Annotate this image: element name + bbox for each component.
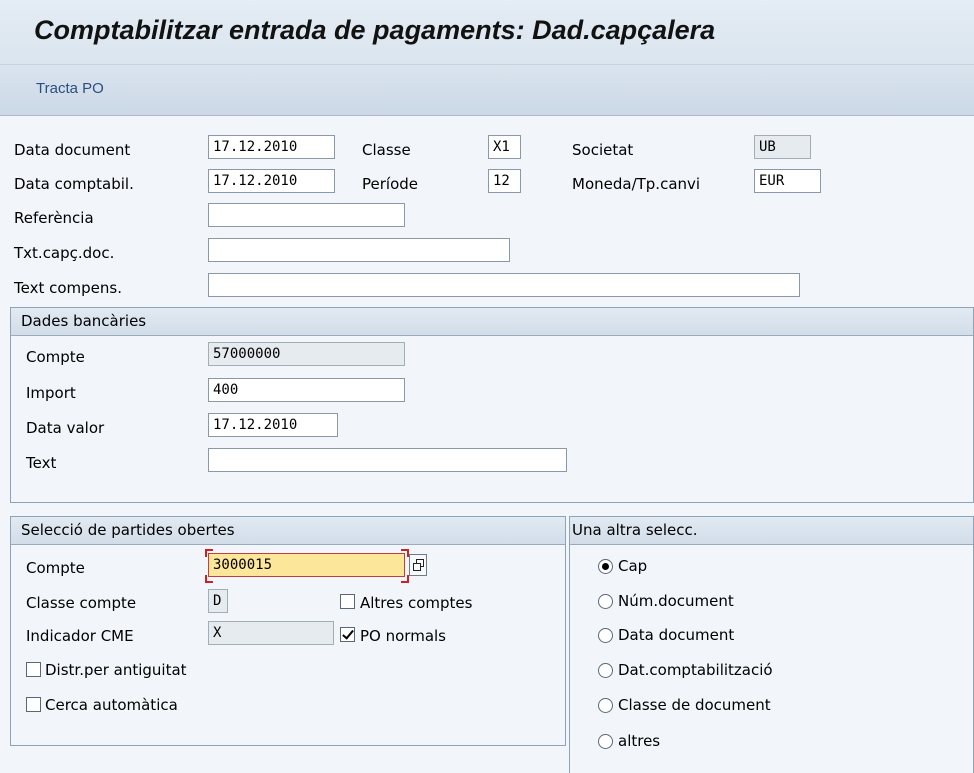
- focus-corner: [205, 549, 213, 557]
- radio-none[interactable]: [598, 559, 613, 574]
- title-bar: Comptabilitzar entrada de pagaments: Dad…: [0, 0, 974, 65]
- class-label: Classe: [362, 141, 411, 159]
- radio-others-label: altres: [618, 732, 661, 750]
- reference-label: Referència: [14, 209, 94, 227]
- auto-search-label: Cerca automàtica: [45, 696, 178, 714]
- dist-by-age-label: Distr.per antiguitat: [45, 661, 187, 679]
- class-field[interactable]: X1: [488, 135, 521, 159]
- radio-posting-date-label: Dat.comptabilització: [618, 661, 773, 679]
- radio-document-date-label: Data document: [618, 626, 735, 644]
- bank-text-field[interactable]: [208, 448, 567, 472]
- bank-text-label: Text: [26, 454, 57, 472]
- normal-oi-label: PO normals: [360, 627, 446, 645]
- posting-date-field[interactable]: 17.12.2010: [208, 169, 335, 193]
- bank-account-field: 57000000: [208, 342, 405, 366]
- posting-date-label: Data comptabil.: [14, 175, 134, 193]
- other-accounts-checkbox[interactable]: [340, 594, 355, 609]
- additional-selection-header: Una altra selecc.: [570, 517, 973, 545]
- account-type-field: D: [208, 589, 228, 613]
- bank-data-title: Dades bancàries: [21, 312, 147, 330]
- company-field: UB: [754, 135, 811, 159]
- bank-account-label: Compte: [26, 348, 85, 366]
- application-toolbar: Tracta PO: [0, 65, 974, 116]
- doc-header-text-label: Txt.capç.doc.: [14, 244, 115, 262]
- radio-document-type-label: Classe de document: [618, 696, 771, 714]
- currency-label: Moneda/Tp.canvi: [572, 175, 701, 193]
- radio-document-date[interactable]: [598, 628, 613, 643]
- doc-date-label: Data document: [14, 141, 131, 159]
- oi-account-label: Compte: [26, 559, 85, 577]
- radio-none-label: Cap: [618, 557, 648, 575]
- bank-data-group: Dades bancàries: [10, 307, 974, 503]
- sgl-indicator-label: Indicador CME: [26, 627, 134, 645]
- reference-field[interactable]: [208, 203, 405, 227]
- radio-document-number-label: Núm.document: [618, 592, 734, 610]
- value-help-icon[interactable]: [409, 554, 427, 576]
- clearing-text-label: Text compens.: [14, 279, 122, 297]
- focus-corner: [205, 575, 213, 583]
- focus-corner: [401, 549, 409, 557]
- doc-date-field[interactable]: 17.12.2010: [208, 135, 335, 159]
- value-date-field[interactable]: 17.12.2010: [208, 413, 338, 437]
- oi-account-field[interactable]: 3000015: [208, 553, 405, 577]
- value-date-label: Data valor: [26, 419, 105, 437]
- radio-document-number[interactable]: [598, 594, 613, 609]
- radio-others[interactable]: [598, 734, 613, 749]
- period-label: Període: [362, 175, 419, 193]
- company-label: Societat: [572, 141, 634, 159]
- period-field[interactable]: 12: [488, 169, 521, 193]
- window-title: Comptabilitzar entrada de pagaments: Dad…: [34, 15, 716, 45]
- bank-data-header: Dades bancàries: [11, 308, 973, 336]
- sgl-indicator-field: X: [208, 621, 334, 645]
- radio-posting-date[interactable]: [598, 663, 613, 678]
- dist-by-age-checkbox[interactable]: [26, 662, 41, 677]
- other-accounts-label: Altres comptes: [360, 594, 473, 612]
- open-item-selection-title: Selecció de partides obertes: [21, 521, 235, 539]
- radio-document-type[interactable]: [598, 698, 613, 713]
- account-type-label: Classe compte: [26, 594, 137, 612]
- amount-label: Import: [26, 384, 76, 402]
- focus-corner: [401, 575, 409, 583]
- currency-field[interactable]: EUR: [754, 169, 821, 193]
- amount-field[interactable]: 400: [208, 378, 405, 402]
- auto-search-checkbox[interactable]: [26, 697, 41, 712]
- additional-selection-title: Una altra selecc.: [572, 521, 698, 539]
- process-open-items-button[interactable]: Tracta PO: [36, 80, 104, 97]
- normal-oi-checkbox[interactable]: [340, 627, 355, 642]
- open-item-selection-header: Selecció de partides obertes: [11, 517, 565, 545]
- clearing-text-field[interactable]: [208, 273, 800, 297]
- doc-header-text-field[interactable]: [208, 238, 510, 262]
